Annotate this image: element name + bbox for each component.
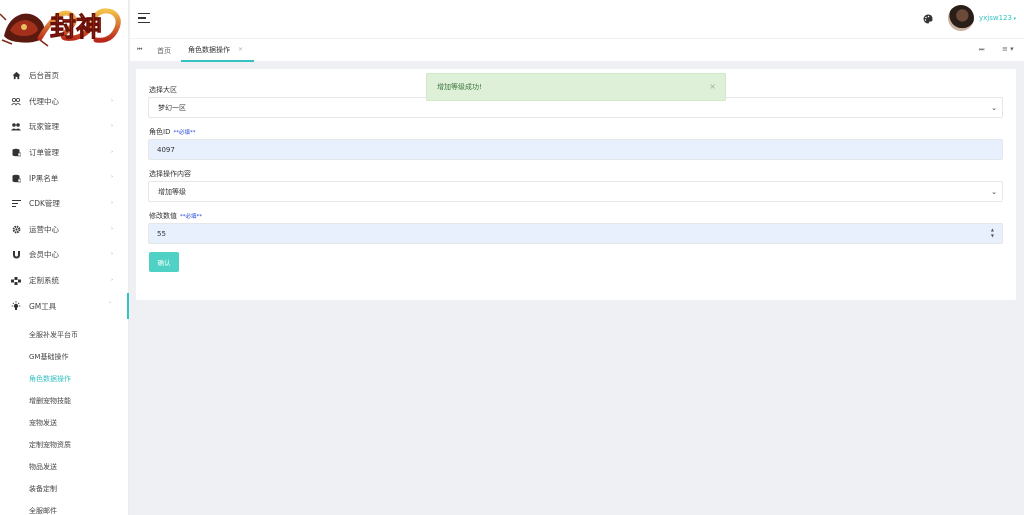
database-icon — [11, 173, 21, 183]
server-label: 选择大区 — [149, 86, 177, 94]
operation-select-value: 增加等级 — [158, 187, 186, 196]
gm-submenu: 全服补发平台币 GM基础操作 角色数据操作 增删宠物技能 宠物发送 定制宠物资质… — [0, 324, 129, 515]
logo-text: 封神 — [50, 13, 102, 43]
sidebar-item-orders[interactable]: 订单管理 › — [0, 140, 129, 166]
magnet-icon — [11, 250, 21, 260]
logo-graphic: 封神 — [0, 8, 121, 47]
hamburger-menu-icon[interactable] — [138, 13, 150, 26]
sidebar-item-label: IP黑名单 — [29, 173, 59, 183]
submenu-item[interactable]: 物品发送 — [0, 456, 129, 478]
logo[interactable]: 封神 — [0, 0, 128, 52]
palette-icon[interactable] — [923, 14, 933, 27]
sidebar-item-cdk[interactable]: CDK管理 › — [0, 191, 129, 217]
users-icon — [11, 96, 21, 106]
chevron-right-icon: › — [111, 276, 113, 283]
sidebar-item-label: 订单管理 — [29, 148, 59, 158]
submenu-item[interactable]: 定制宠物资质 — [0, 434, 129, 456]
chevron-down-icon: ⌄ — [991, 188, 997, 196]
gear-icon — [11, 224, 21, 234]
submenu-item[interactable]: 装备定制 — [0, 478, 129, 500]
sidebar-item-label: 定制系统 — [29, 276, 59, 286]
tab-close-icon[interactable]: × — [238, 46, 243, 53]
chevron-right-icon: › — [111, 199, 113, 206]
sidebar-item-label: 玩家管理 — [29, 122, 59, 132]
sidebar-item-label: 会员中心 — [29, 250, 59, 260]
sidebar-item-agent[interactable]: 代理中心 › — [0, 89, 129, 115]
caret-down-icon: ▾ — [1011, 16, 1017, 22]
role-data-form-card: 选择大区 梦幻一区 ⌄ 角色ID **必填** 4097 选择操作内容 增加等级 … — [136, 69, 1016, 300]
chevron-right-icon: › — [111, 97, 113, 104]
tab-home[interactable]: 首页 — [157, 39, 171, 62]
operation-select[interactable]: 增加等级 ⌄ — [148, 181, 1003, 202]
gamepad-icon — [11, 276, 21, 286]
required-hint: **必填** — [180, 214, 203, 220]
sidebar-item-ip-blacklist[interactable]: IP黑名单 › — [0, 165, 129, 191]
bulb-icon — [11, 301, 21, 311]
chevron-right-icon: › — [111, 123, 113, 130]
tab-scroll-right-icon[interactable]: ⏭ — [979, 46, 984, 54]
sidebar: 封神 后台首页 代理中心 › 玩家管理 › 订单管理 › IP黑名单 › CDK… — [0, 0, 129, 515]
tab-active[interactable]: 角色数据操作 × — [181, 39, 254, 62]
server-select-value: 梦幻一区 — [158, 103, 186, 112]
close-icon[interactable]: × — [709, 82, 716, 91]
sidebar-nav: 后台首页 代理中心 › 玩家管理 › 订单管理 › IP黑名单 › CDK管理 … — [0, 63, 129, 319]
tab-options-icon[interactable]: ≡ ▾ — [1002, 45, 1014, 53]
submenu-item[interactable]: 全服补发平台币 — [0, 324, 129, 346]
tab-scroll-left-icon[interactable]: ⏮ — [137, 46, 142, 54]
confirm-button[interactable]: 确认 — [149, 252, 179, 272]
submenu-item[interactable]: GM基础操作 — [0, 346, 129, 368]
home-icon — [11, 71, 21, 81]
submenu-item[interactable]: 增删宠物技能 — [0, 390, 129, 412]
tab-active-label: 角色数据操作 — [188, 45, 230, 54]
sidebar-item-label: GM工具 — [29, 301, 57, 311]
required-hint: **必填** — [173, 130, 196, 136]
value-number-value: 55 — [157, 229, 166, 238]
chevron-right-icon: › — [111, 251, 113, 258]
role-id-label: 角色ID **必填** — [149, 127, 195, 137]
operation-label: 选择操作内容 — [149, 170, 191, 178]
sidebar-item-custom[interactable]: 定制系统 › — [0, 268, 129, 294]
sidebar-item-member[interactable]: 会员中心 › — [0, 242, 129, 268]
success-toast: 增加等级成功! × — [426, 73, 726, 101]
chevron-right-icon: › — [111, 174, 113, 181]
username-dropdown[interactable]: yxjsw123 ▾ — [979, 14, 1016, 22]
role-id-input[interactable]: 4097 — [148, 139, 1003, 160]
list-icon — [11, 199, 21, 209]
people-icon — [11, 122, 21, 132]
chevron-down-icon: ˅ — [108, 302, 112, 309]
role-id-value: 4097 — [157, 145, 175, 154]
sidebar-item-players[interactable]: 玩家管理 › — [0, 114, 129, 140]
submenu-item-active[interactable]: 角色数据操作 — [0, 368, 129, 390]
sidebar-item-home[interactable]: 后台首页 — [0, 63, 129, 89]
sidebar-item-gm-tools[interactable]: GM工具 ˅ — [0, 293, 129, 319]
submenu-item[interactable]: 全服邮件 — [0, 500, 129, 515]
top-header: yxjsw123 ▾ — [130, 0, 1024, 38]
avatar[interactable] — [948, 5, 974, 31]
chevron-right-icon: › — [111, 225, 113, 232]
toast-message: 增加等级成功! — [437, 83, 482, 91]
value-label: 修改数值 **必填** — [149, 211, 202, 221]
chevron-right-icon: › — [111, 148, 113, 155]
value-label-text: 修改数值 — [149, 212, 177, 220]
sidebar-item-label: 运营中心 — [29, 224, 59, 234]
sidebar-item-label: 后台首页 — [29, 71, 59, 81]
sidebar-item-label: 代理中心 — [29, 96, 59, 106]
role-id-label-text: 角色ID — [149, 128, 171, 136]
value-number-input[interactable]: 55 ▲ ▼ — [148, 223, 1003, 244]
chevron-down-icon: ⌄ — [991, 104, 997, 112]
username-text: yxjsw123 — [979, 14, 1012, 22]
number-stepper-icon[interactable]: ▲ ▼ — [991, 227, 994, 239]
sidebar-item-operations[interactable]: 运营中心 › — [0, 217, 129, 243]
sidebar-item-label: CDK管理 — [29, 199, 60, 209]
database-icon — [11, 148, 21, 158]
submenu-item[interactable]: 宠物发送 — [0, 412, 129, 434]
tab-bar: ⏮ 首页 角色数据操作 × ⏭ ≡ ▾ — [130, 38, 1024, 62]
